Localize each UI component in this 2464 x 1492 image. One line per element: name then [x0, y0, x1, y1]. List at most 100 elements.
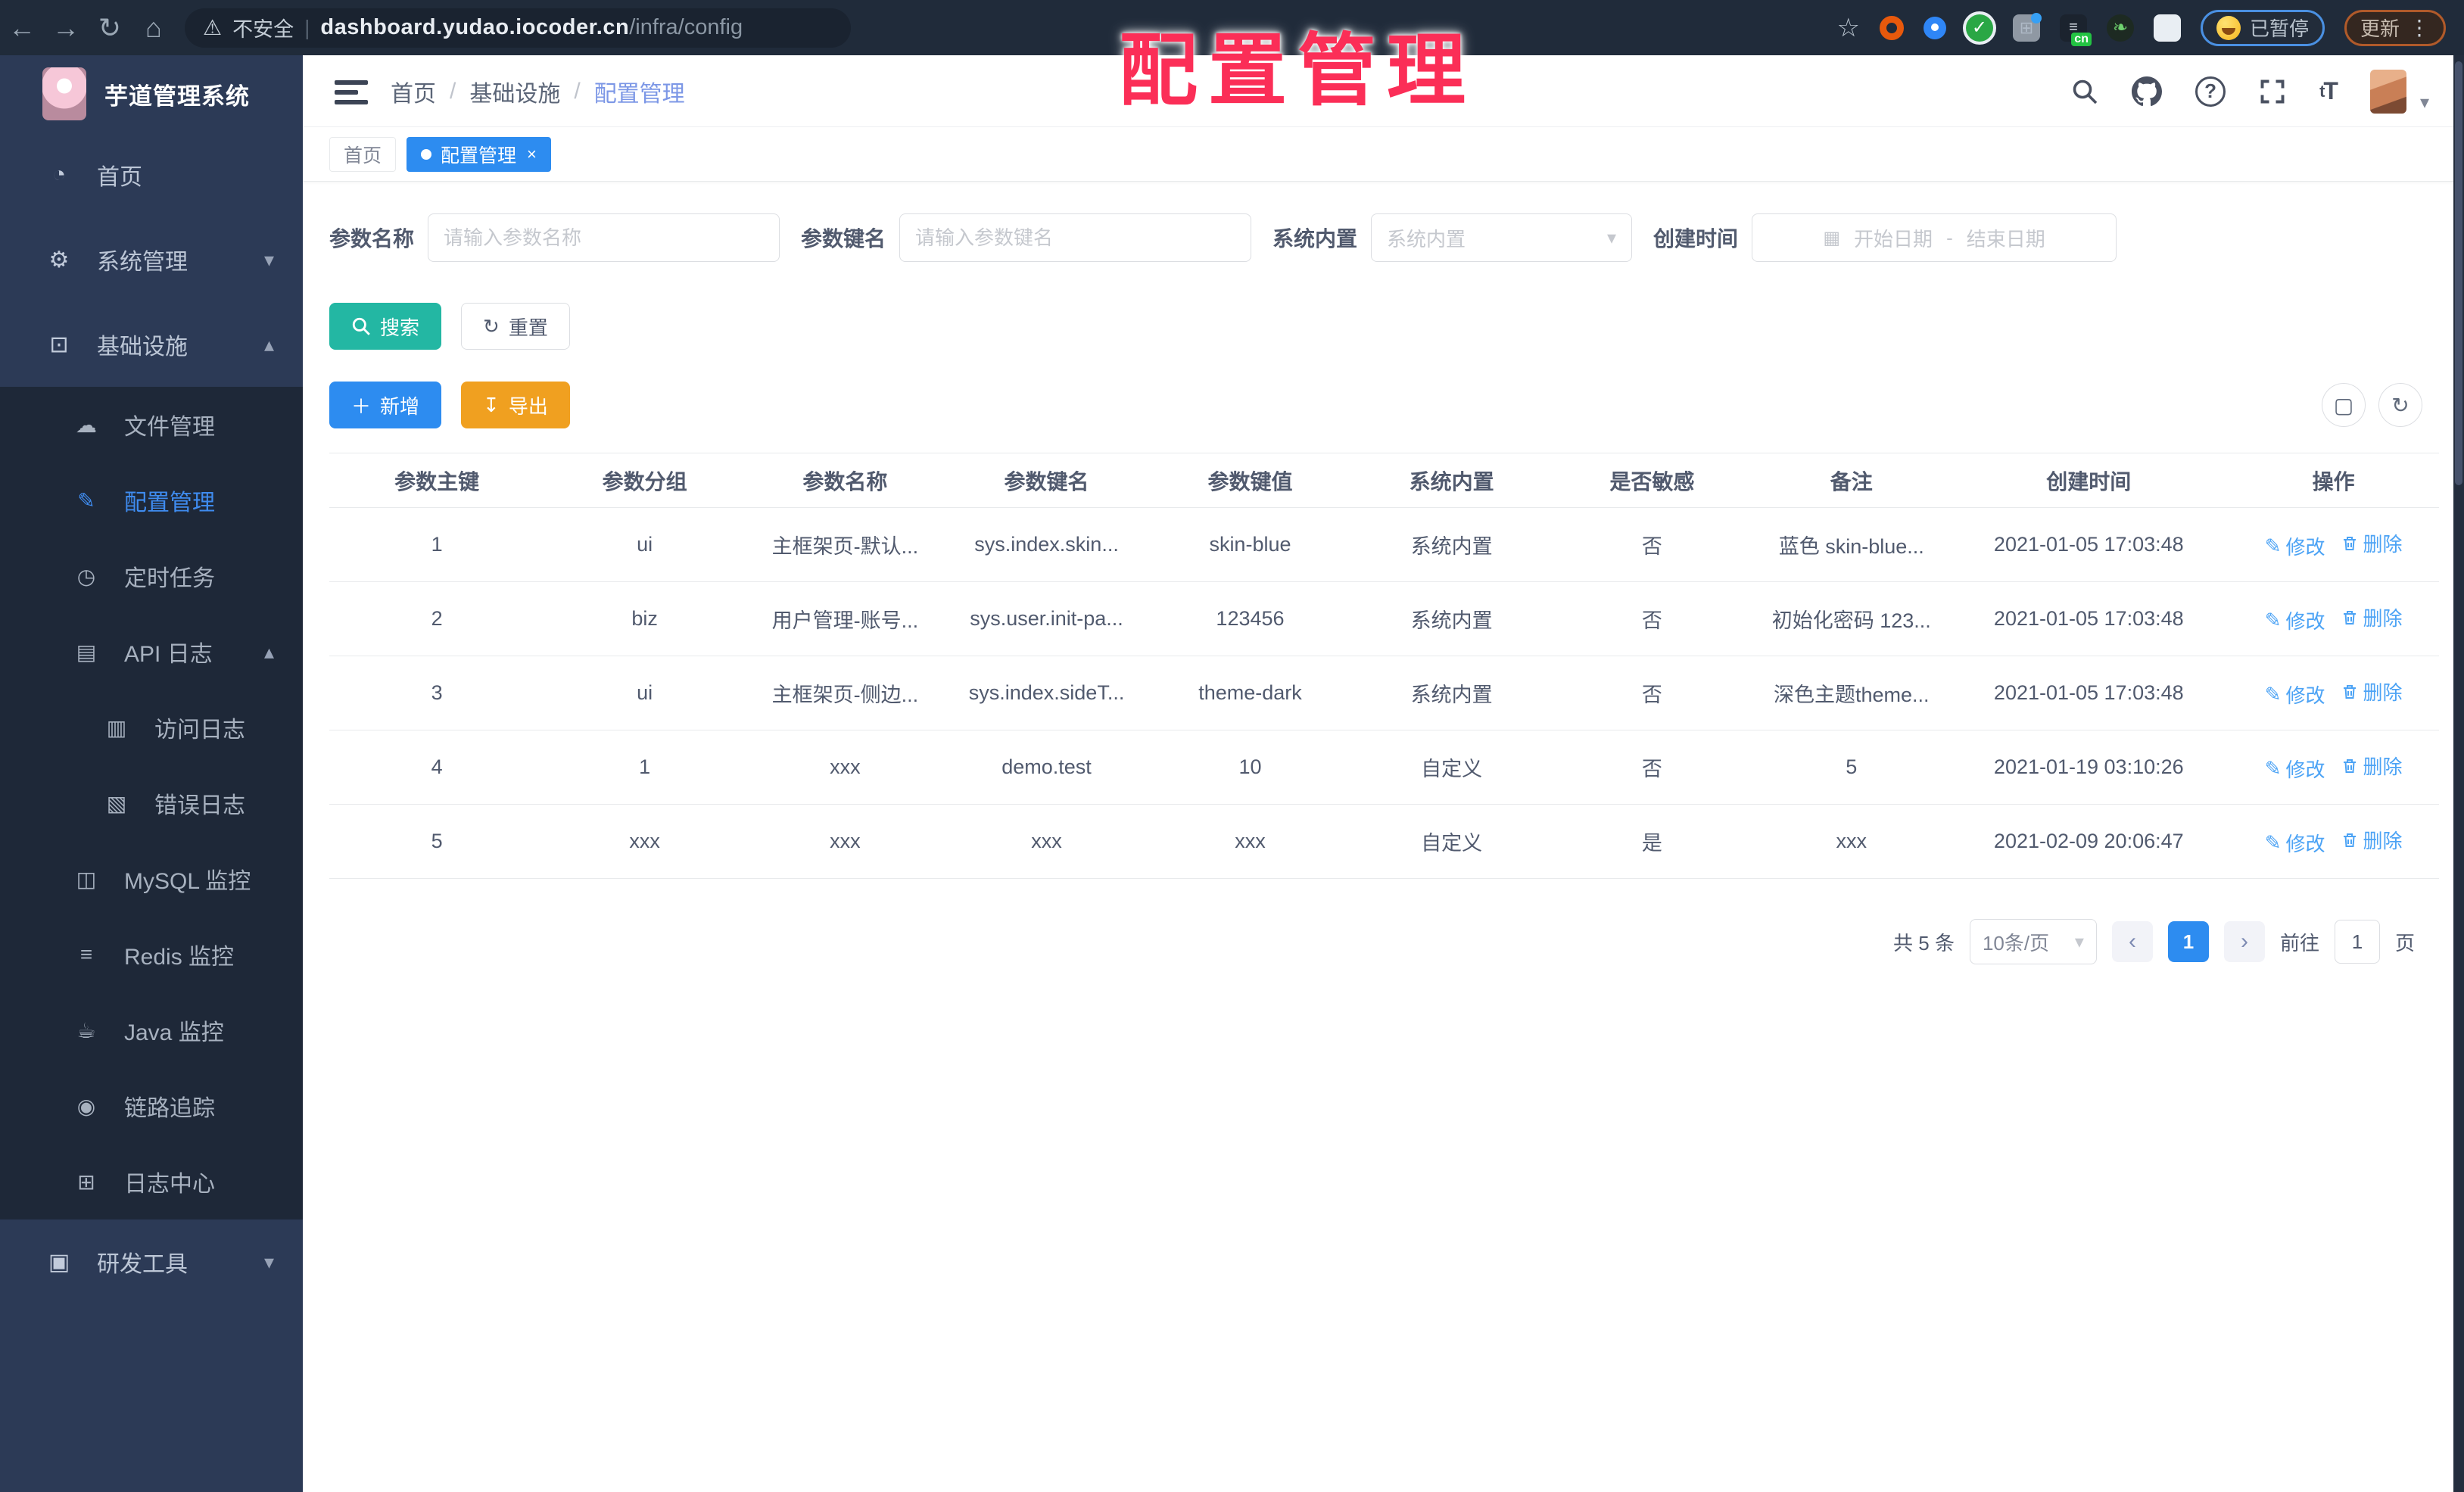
chevron-down-icon: ▾ — [263, 248, 274, 271]
sidebar-item-Redis 监控[interactable]: ≡ Redis 监控 — [0, 917, 303, 992]
add-button[interactable]: ＋ 新增 — [329, 382, 442, 428]
sidebar-item-label: 日志中心 — [124, 1172, 215, 1197]
collapse-menu-icon[interactable] — [335, 75, 368, 107]
avatar-caret-icon[interactable]: ▾ — [2420, 92, 2429, 114]
font-size-icon[interactable]: tT — [2319, 77, 2338, 105]
table-cell: 2021-02-09 20:06:47 — [1949, 804, 2229, 879]
tab-首页[interactable]: 首页 — [329, 136, 397, 172]
edit-label: 修改 — [2285, 758, 2325, 781]
tab-配置管理[interactable]: 配置管理 × — [407, 136, 551, 172]
column-header: 创建时间 — [1949, 453, 2229, 508]
table-row: 5 xxx xxx xxx xxx 自定义是 xxx 2021-02-09 20:06:47 ✎… — [329, 804, 2439, 879]
extension-orange-icon[interactable] — [1879, 15, 1904, 40]
address-bar[interactable]: ⚠ 不安全 | dashboard.yudao.iocoder.cn/infra… — [185, 8, 851, 48]
search-button[interactable]: 搜索 — [329, 303, 442, 350]
search-icon[interactable] — [2071, 78, 2098, 105]
extension-check-icon[interactable]: ✓ — [1965, 14, 1993, 42]
edit-link[interactable]: ✎ 修改 — [2265, 681, 2325, 709]
page-size-select[interactable]: 10条/页 ▾ — [1969, 919, 2097, 964]
sidebar-item-访问日志[interactable]: ▥ 访问日志 — [0, 690, 303, 765]
builtin-select[interactable]: 系统内置 ▾ — [1371, 213, 1633, 262]
reload-icon[interactable]: ↻ — [88, 12, 132, 44]
home-icon[interactable]: ⌂ — [132, 12, 176, 44]
help-icon[interactable]: ? — [2195, 76, 2226, 107]
infra-icon: ⊡ — [49, 332, 69, 357]
back-icon[interactable]: ← — [0, 12, 44, 44]
table-action-row: ＋ 新增 ↧ 导出 — [329, 382, 570, 428]
main-content: 参数名称 参数键名 系统内置 系统内置 ▾ 创建时间 ▦ 开始日期 - 结束日期… — [303, 182, 2464, 1492]
emoji-avatar-icon — [2216, 15, 2241, 40]
frame-icon: ▢ — [2333, 393, 2354, 417]
github-icon[interactable] — [2132, 76, 2163, 107]
zoom-table-button[interactable]: ▢ — [2322, 383, 2366, 427]
sidebar-item-研发工具[interactable]: ▣ 研发工具 ▾ — [0, 1219, 303, 1304]
delete-link[interactable]: 删除 — [2341, 677, 2403, 706]
extensions-puzzle-icon[interactable] — [2153, 14, 2181, 42]
forward-icon[interactable]: → — [44, 12, 88, 44]
sidebar-item-API 日志[interactable]: ▤ API 日志 ▴ — [0, 614, 303, 690]
sidebar-item-文件管理[interactable]: ☁ 文件管理 — [0, 387, 303, 463]
reset-button[interactable]: ↻ 重置 — [461, 303, 570, 350]
user-avatar[interactable] — [2369, 69, 2406, 114]
table-cell: 10 — [1148, 730, 1353, 805]
app-logo[interactable]: 芋道管理系统 — [0, 55, 303, 132]
extension-pin-icon[interactable] — [1923, 16, 1946, 39]
kebab-menu-icon[interactable]: ⋮ — [2409, 15, 2430, 40]
dashboard-icon: ◔ — [51, 162, 67, 187]
actions-cell: ✎ 修改 删除 — [2228, 730, 2439, 805]
goto-page-input[interactable] — [2334, 920, 2380, 964]
edit-link[interactable]: ✎ 修改 — [2265, 606, 2325, 634]
delete-link[interactable]: 删除 — [2341, 529, 2403, 557]
next-page-button[interactable]: › — [2223, 921, 2265, 962]
delete-link[interactable]: 删除 — [2341, 603, 2403, 631]
table-row: 2 biz 用户管理-账号... sys.user.init-pa... 123456 系… — [329, 581, 2439, 656]
sidebar-item-链路追踪[interactable]: ◉ 链路追踪 — [0, 1068, 303, 1144]
delete-link[interactable]: 删除 — [2341, 752, 2403, 780]
edit-link[interactable]: ✎ 修改 — [2265, 532, 2325, 560]
delete-label: 删除 — [2363, 607, 2403, 631]
date-range-picker[interactable]: ▦ 开始日期 - 结束日期 — [1752, 213, 2117, 262]
bookmark-star-icon[interactable]: ☆ — [1836, 13, 1859, 43]
date-separator: - — [1946, 226, 1953, 249]
refresh-table-button[interactable]: ↻ — [2378, 383, 2422, 427]
delete-link[interactable]: 删除 — [2341, 826, 2403, 854]
edit-link[interactable]: ✎ 修改 — [2265, 755, 2325, 783]
scrollbar[interactable] — [2453, 55, 2464, 1492]
paused-badge[interactable]: 已暂停 — [2200, 9, 2325, 46]
current-page-button[interactable]: 1 — [2167, 921, 2209, 962]
breadcrumb-item[interactable]: 配置管理 — [594, 75, 685, 108]
table-cell: 主框架页-侧边... — [745, 656, 945, 730]
close-icon[interactable]: × — [527, 145, 537, 164]
breadcrumb-item[interactable]: 首页 — [391, 75, 436, 108]
sidebar-item-label: 研发工具 — [97, 1252, 188, 1277]
sidebar-item-基础设施[interactable]: ⊡ 基础设施 ▴ — [0, 302, 303, 387]
fullscreen-icon[interactable] — [2259, 78, 2286, 105]
error-log-icon: ▧ — [106, 791, 127, 815]
sidebar-item-配置管理[interactable]: ✎ 配置管理 — [0, 463, 303, 538]
sidebar-item-Java 监控[interactable]: ☕ Java 监控 — [0, 992, 303, 1068]
param-key-input[interactable] — [915, 226, 1236, 250]
extension-list-icon[interactable]: ≡ cn — [2059, 14, 2092, 46]
extension-grid-icon[interactable]: ⊞ — [2012, 12, 2042, 42]
sidebar-item-错误日志[interactable]: ▧ 错误日志 — [0, 765, 303, 841]
sidebar-item-MySQL 监控[interactable]: ◫ MySQL 监控 — [0, 841, 303, 917]
sidebar-item-label: 链路追踪 — [124, 1096, 215, 1121]
sidebar-item-系统管理[interactable]: ⚙ 系统管理 ▾ — [0, 217, 303, 302]
chevron-down-icon: ▾ — [1607, 227, 1617, 248]
sidebar-item-首页[interactable]: ◔ 首页 — [0, 132, 303, 217]
sidebar-item-定时任务[interactable]: ◷ 定时任务 — [0, 538, 303, 614]
export-button[interactable]: ↧ 导出 — [461, 382, 570, 428]
param-name-input[interactable] — [444, 226, 765, 250]
scrollbar-thumb[interactable] — [2455, 61, 2462, 485]
url-path: /infra/config — [629, 15, 743, 39]
breadcrumb-item[interactable]: 基础设施 — [469, 75, 560, 108]
extension-leaf-icon[interactable]: ❧ — [2106, 14, 2134, 42]
table-cell: 自定义 — [1352, 730, 1551, 805]
sidebar-item-label: 文件管理 — [124, 415, 215, 440]
update-button[interactable]: 更新 ⋮ — [2344, 9, 2446, 46]
edit-link[interactable]: ✎ 修改 — [2265, 829, 2325, 857]
sidebar-item-label: 错误日志 — [154, 793, 245, 818]
sidebar-item-日志中心[interactable]: ⊞ 日志中心 — [0, 1144, 303, 1219]
sidebar-item-label: 基础设施 — [97, 335, 188, 360]
prev-page-button[interactable]: ‹ — [2111, 921, 2153, 962]
